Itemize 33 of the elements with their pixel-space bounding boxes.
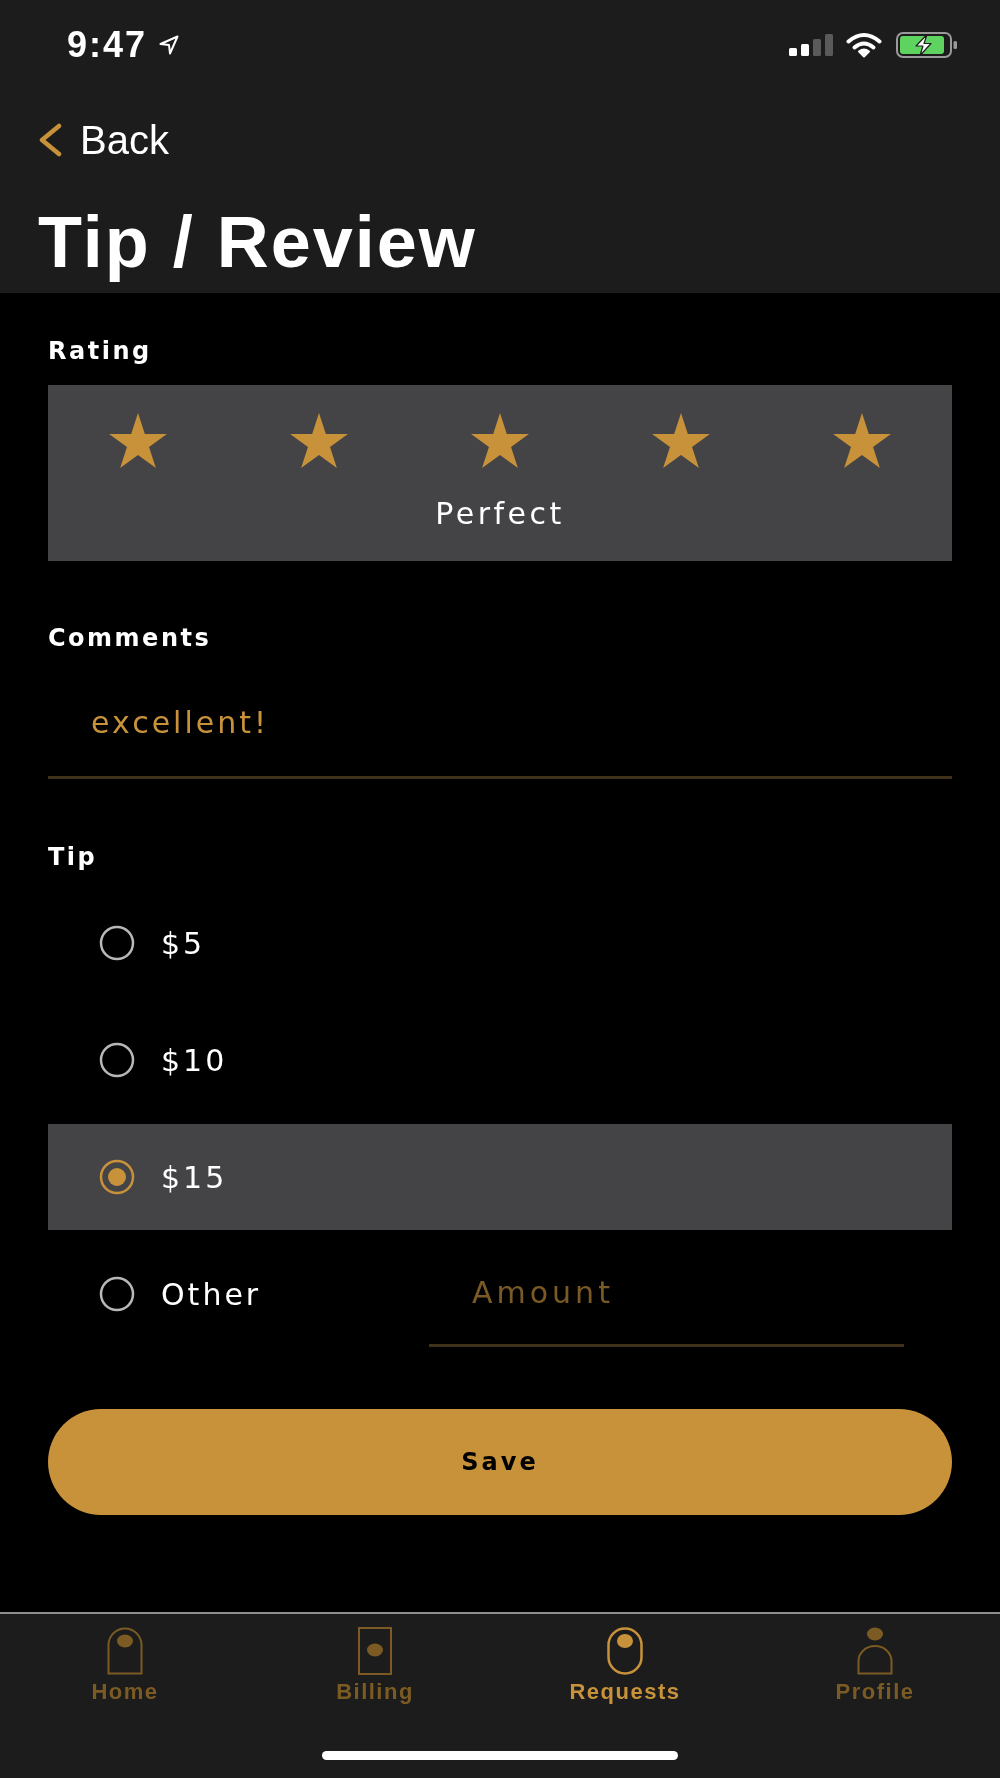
radio-option[interactable]: $10 (48, 1007, 952, 1113)
rating-caption: Perfect (435, 496, 565, 532)
person-icon (857, 1627, 893, 1675)
door-icon (357, 1627, 393, 1675)
signal-icon (789, 34, 833, 56)
star-icon[interactable] (290, 413, 349, 468)
amount-field[interactable]: Amount (429, 1241, 904, 1347)
status-time: 9:47 (67, 24, 148, 66)
save-button[interactable]: Save (48, 1409, 952, 1515)
radio-option[interactable]: $15 (48, 1124, 952, 1230)
page-title: Tip / Review (38, 201, 477, 282)
chevron-left-icon (37, 123, 63, 157)
wifi-icon (846, 32, 882, 58)
radio-option[interactable]: Other (48, 1241, 429, 1347)
section-label: Rating (48, 337, 152, 365)
radio-option[interactable]: $5 (48, 890, 952, 996)
section-label: Tip (48, 843, 98, 871)
tab-bar-item[interactable]: Requests (569, 1614, 681, 1705)
radio-icon (99, 1042, 135, 1078)
star-icon[interactable] (471, 413, 529, 468)
radio-icon (99, 1276, 135, 1312)
back-button[interactable]: Back (37, 117, 169, 163)
star-icon[interactable] (109, 413, 168, 468)
comment-field[interactable]: excellent! (48, 660, 952, 779)
arch-door-icon (107, 1627, 143, 1675)
radio-icon (99, 925, 135, 961)
radio-icon (99, 1159, 135, 1195)
battery-charging-icon (896, 32, 958, 58)
star-icon[interactable] (651, 413, 710, 468)
section-label: Comments (48, 624, 212, 652)
location-arrow-icon (159, 35, 180, 55)
star-icon[interactable] (832, 413, 891, 468)
capsule-icon (607, 1627, 643, 1675)
